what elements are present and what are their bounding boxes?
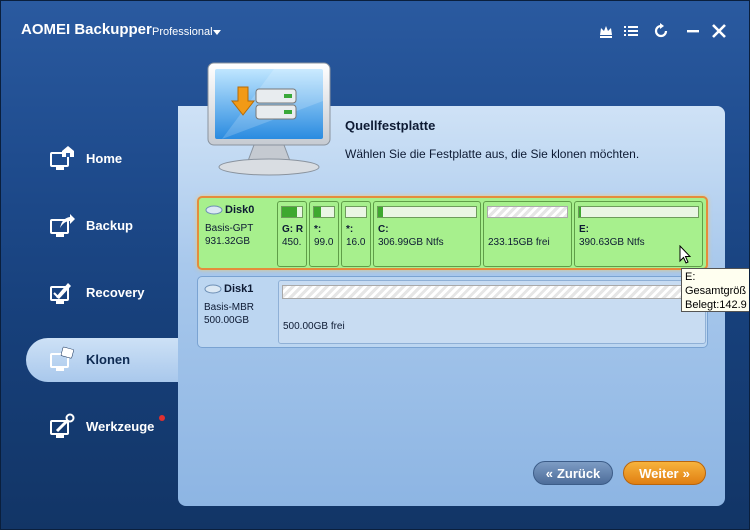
disk-header: Disk0 Basis-GPT 931.32GB bbox=[205, 204, 277, 247]
partition-info: 99.0 bbox=[314, 237, 334, 248]
double-chevron-right-icon: » bbox=[682, 465, 690, 481]
mouse-cursor-icon bbox=[679, 245, 691, 264]
partition-info: 500.00GB frei bbox=[283, 321, 345, 332]
partition-info: 306.99GB Ntfs bbox=[378, 237, 444, 248]
double-chevron-left-icon: « bbox=[545, 465, 553, 481]
tooltip-line: Belegt:142.9 bbox=[685, 299, 747, 311]
back-button[interactable]: « Zurück bbox=[533, 461, 613, 485]
disk-row-disk1[interactable]: Disk1 Basis-MBR 500.00GB 500.00GB frei bbox=[197, 276, 708, 348]
disk-clone-icon bbox=[204, 61, 334, 179]
partition-unallocated[interactable]: 500.00GB frei bbox=[278, 280, 706, 344]
close-icon[interactable] bbox=[710, 22, 728, 40]
edition-dropdown[interactable]: Professional bbox=[152, 26, 213, 38]
tooltip-line: E: bbox=[685, 271, 696, 283]
usage-bar bbox=[487, 206, 568, 218]
sidebar-item-label: Backup bbox=[86, 218, 133, 233]
sidebar-item-label: Home bbox=[86, 151, 123, 166]
disk-type: Basis-GPT bbox=[205, 223, 254, 234]
usage-bar bbox=[282, 285, 702, 299]
partition-info: 233.15GB frei bbox=[488, 237, 550, 248]
partition-star-1[interactable]: *: 99.0 bbox=[309, 201, 339, 267]
refresh-icon[interactable] bbox=[652, 22, 670, 40]
sidebar-item-backup[interactable]: Backup bbox=[26, 204, 178, 248]
sidebar-item-home[interactable]: Home bbox=[26, 137, 178, 181]
partition-label: E: bbox=[579, 224, 589, 235]
crown-icon[interactable] bbox=[597, 22, 615, 40]
partition-label: *: bbox=[314, 224, 322, 235]
sidebar-item-klonen[interactable]: Klonen bbox=[26, 338, 186, 382]
partition-tooltip: E: Gesamtgröß Belegt:142.9 bbox=[681, 268, 749, 312]
usage-bar bbox=[313, 206, 335, 218]
disk-name: Disk1 bbox=[224, 283, 254, 295]
usage-bar bbox=[281, 206, 303, 218]
tooltip-line: Gesamtgröß bbox=[685, 285, 747, 297]
next-button[interactable]: Weiter » bbox=[623, 461, 706, 485]
backup-icon bbox=[48, 212, 76, 240]
recovery-icon bbox=[48, 279, 76, 307]
hard-disk-icon bbox=[204, 284, 222, 294]
sidebar-item-werkzeuge[interactable]: Werkzeuge bbox=[26, 405, 178, 449]
page-title: Quellfestplatte bbox=[345, 118, 436, 133]
usage-bar bbox=[578, 206, 699, 218]
partition-unallocated[interactable]: 233.15GB frei bbox=[483, 201, 572, 267]
disk-size: 500.00GB bbox=[204, 315, 250, 326]
partition-info: 390.63GB Ntfs bbox=[579, 237, 645, 248]
partition-label: *: bbox=[346, 224, 354, 235]
page-subtitle: Wählen Sie die Festplatte aus, die Sie k… bbox=[345, 147, 640, 161]
tools-icon bbox=[48, 413, 76, 441]
partition-c[interactable]: C: 306.99GB Ntfs bbox=[373, 201, 481, 267]
disk-name: Disk0 bbox=[225, 204, 255, 216]
app-window: AOMEI Backupper Professional Home Backup bbox=[0, 0, 750, 530]
usage-bar bbox=[345, 206, 367, 218]
disk-size: 931.32GB bbox=[205, 236, 251, 247]
next-button-label: Weiter bbox=[639, 465, 679, 481]
home-icon bbox=[48, 145, 76, 173]
usage-bar bbox=[377, 206, 477, 218]
app-title: AOMEI Backupper bbox=[21, 21, 152, 38]
disk-type: Basis-MBR bbox=[204, 302, 255, 313]
partition-info: 16.0 bbox=[346, 237, 366, 248]
menu-list-icon[interactable] bbox=[622, 22, 640, 40]
minimize-icon[interactable] bbox=[684, 22, 702, 40]
back-button-label: Zurück bbox=[556, 465, 601, 481]
title-bar: AOMEI Backupper Professional bbox=[1, 1, 749, 61]
disk-header: Disk1 Basis-MBR 500.00GB bbox=[204, 283, 276, 326]
partition-g[interactable]: G: R 450. bbox=[277, 201, 307, 267]
clone-icon bbox=[48, 346, 76, 374]
hard-disk-icon bbox=[205, 205, 223, 215]
sidebar-item-label: Recovery bbox=[86, 285, 145, 300]
partition-star-2[interactable]: *: 16.0 bbox=[341, 201, 371, 267]
disk-row-disk0[interactable]: Disk0 Basis-GPT 931.32GB G: R 450. *: 99… bbox=[197, 196, 708, 270]
sidebar-item-label: Werkzeuge bbox=[86, 419, 155, 434]
partition-label: G: R bbox=[282, 224, 304, 235]
sidebar-item-label: Klonen bbox=[86, 352, 131, 367]
chevron-down-icon[interactable] bbox=[213, 30, 221, 35]
partition-label: C: bbox=[378, 224, 389, 235]
partition-info: 450. bbox=[282, 237, 302, 248]
sidebar-item-recovery[interactable]: Recovery bbox=[26, 271, 178, 315]
notification-badge bbox=[159, 415, 165, 421]
